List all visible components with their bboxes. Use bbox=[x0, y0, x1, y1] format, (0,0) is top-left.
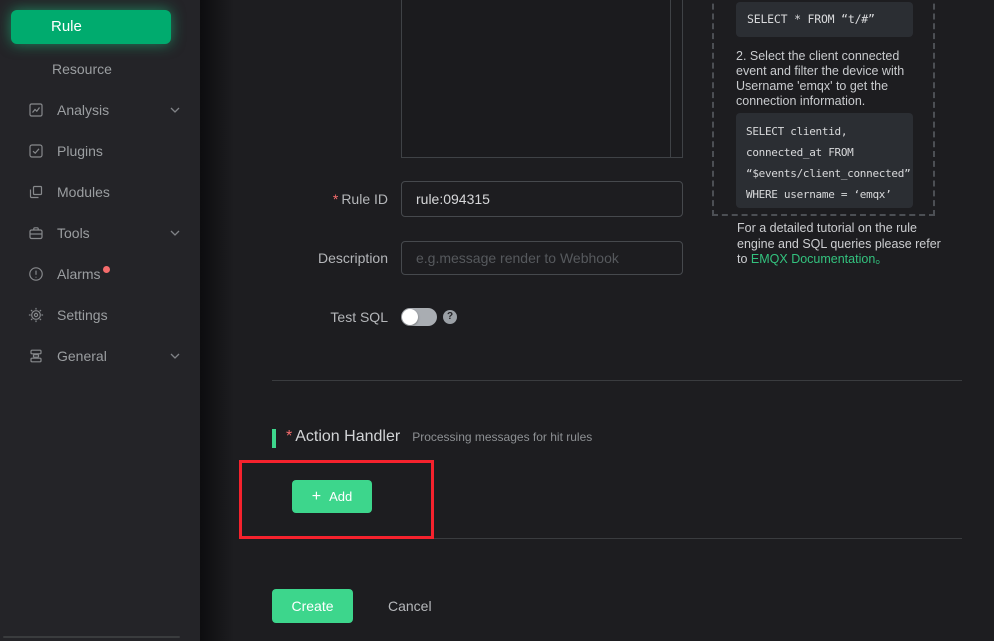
alarm-badge-dot bbox=[103, 266, 110, 273]
cancel-button[interactable]: Cancel bbox=[388, 598, 432, 614]
plugins-checkbox-icon bbox=[28, 143, 44, 159]
action-handler-heading: *Action Handler Processing messages for … bbox=[286, 428, 592, 446]
test-sql-toggle[interactable] bbox=[401, 308, 437, 326]
action-handler-title: *Action Handler bbox=[286, 428, 400, 446]
sidebar-item-label: Analysis bbox=[57, 102, 109, 118]
description-input[interactable] bbox=[401, 241, 683, 275]
rule-id-input[interactable] bbox=[401, 181, 683, 217]
create-button[interactable]: Create bbox=[272, 589, 353, 623]
toggle-knob-icon bbox=[402, 309, 418, 325]
analysis-chart-icon bbox=[28, 102, 44, 118]
code-line: WHERE username = ‘emqx’ bbox=[746, 184, 903, 205]
sidebar-item-label: Resource bbox=[52, 61, 112, 77]
chevron-down-icon bbox=[170, 230, 180, 236]
settings-gear-icon bbox=[28, 307, 44, 323]
sidebar-item-plugins[interactable]: Plugins bbox=[0, 130, 200, 171]
section-divider bbox=[272, 380, 962, 381]
sidebar-item-alarms[interactable]: Alarms bbox=[0, 253, 200, 294]
sql-example-basic: SELECT * FROM “t/#” bbox=[736, 2, 913, 37]
code-line: “$events/client_connected” bbox=[746, 163, 903, 184]
required-asterisk: * bbox=[333, 191, 338, 207]
action-handler-subtitle: Processing messages for hit rules bbox=[412, 430, 592, 444]
code-line: SELECT clientid, bbox=[746, 121, 903, 142]
rule-id-label: *Rule ID bbox=[272, 191, 388, 207]
help-question-icon[interactable]: ? bbox=[443, 310, 457, 324]
chevron-down-icon bbox=[170, 107, 180, 113]
section-accent-bar bbox=[272, 429, 276, 448]
sidebar-item-settings[interactable]: Settings bbox=[0, 294, 200, 335]
sidebar-shadow bbox=[200, 0, 234, 641]
sidebar-scrollbar[interactable] bbox=[3, 636, 180, 638]
section-divider bbox=[272, 538, 962, 539]
emqx-documentation-link[interactable]: EMQX Documentation bbox=[751, 252, 875, 266]
footer-period: 。 bbox=[875, 252, 888, 266]
sidebar-menu: Resource Analysis bbox=[0, 48, 200, 376]
description-label: Description bbox=[272, 250, 388, 266]
sql-editor-scrollbar-track[interactable] bbox=[670, 0, 671, 157]
sidebar-item-analysis[interactable]: Analysis bbox=[0, 89, 200, 130]
sidebar-item-tools[interactable]: Tools bbox=[0, 212, 200, 253]
tutorial-footer-text: For a detailed tutorial on the rule engi… bbox=[737, 221, 943, 268]
code-line: connected_at FROM bbox=[746, 142, 903, 163]
sidebar-item-label: Alarms bbox=[57, 266, 101, 282]
sidebar-item-resource[interactable]: Resource bbox=[0, 48, 200, 89]
required-asterisk: * bbox=[286, 428, 292, 445]
sidebar-item-label: Settings bbox=[57, 307, 108, 323]
tools-briefcase-icon bbox=[28, 225, 44, 241]
sidebar-item-modules[interactable]: Modules bbox=[0, 171, 200, 212]
sidebar-item-label: General bbox=[57, 348, 107, 364]
sidebar-item-label: Tools bbox=[57, 225, 90, 241]
sidebar-item-rule[interactable]: Rule bbox=[11, 10, 171, 44]
plus-icon: + bbox=[312, 489, 321, 505]
sidebar: Rule Resource Analysis bbox=[0, 0, 200, 641]
alarms-alert-icon bbox=[28, 266, 44, 282]
sql-editor[interactable] bbox=[401, 0, 683, 158]
chevron-down-icon bbox=[170, 353, 180, 359]
modules-stack-icon bbox=[28, 184, 44, 200]
sidebar-item-label: Plugins bbox=[57, 143, 103, 159]
sidebar-item-general[interactable]: General bbox=[0, 335, 200, 376]
add-action-button[interactable]: + Add bbox=[292, 480, 372, 513]
tutorial-step-2-text: 2. Select the client connected event and… bbox=[736, 49, 926, 109]
test-sql-label: Test SQL bbox=[272, 309, 388, 325]
sidebar-item-label: Modules bbox=[57, 184, 110, 200]
sql-example-client-connected: SELECT clientid, connected_at FROM “$eve… bbox=[736, 113, 913, 208]
add-button-label: Add bbox=[329, 489, 352, 504]
general-layers-icon bbox=[28, 348, 44, 364]
